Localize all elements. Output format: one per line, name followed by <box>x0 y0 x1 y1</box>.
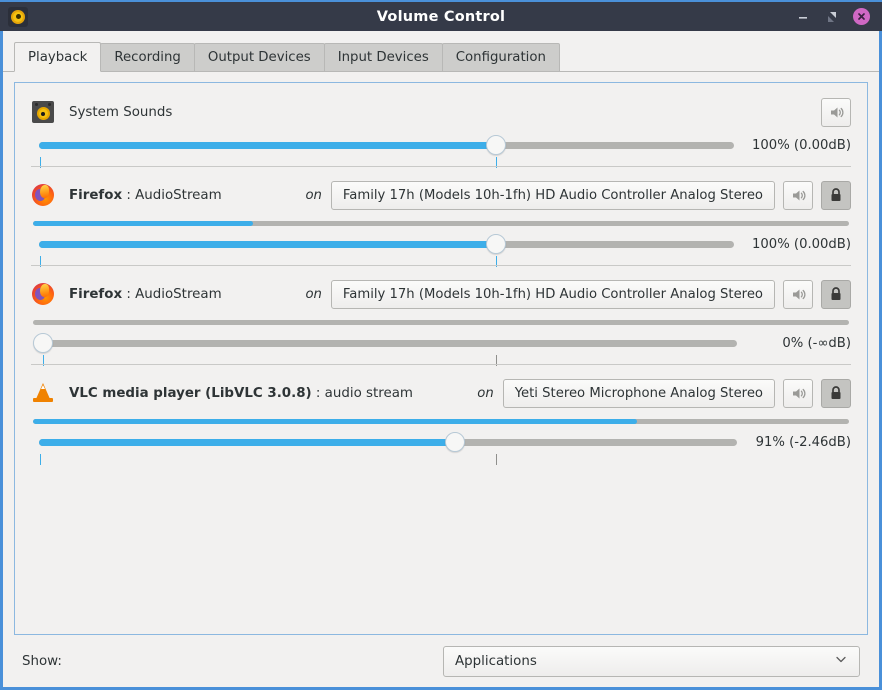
volume-label: 100% (0.00dB) <box>752 138 851 153</box>
tab-configuration[interactable]: Configuration <box>442 43 560 72</box>
chevron-down-icon <box>834 652 848 670</box>
app-name: Firefox <box>69 287 122 302</box>
stream-header: System Sounds <box>31 97 851 127</box>
stream-row-vlc: VLC media player (LibVLC 3.0.8) : audio … <box>23 364 859 463</box>
mute-icon <box>828 104 845 121</box>
mute-button[interactable] <box>783 181 813 210</box>
mute-button[interactable] <box>821 98 851 127</box>
volume-slider[interactable] <box>31 134 742 156</box>
volume-control-window: Volume Control Playback Recording <box>0 0 882 690</box>
close-button[interactable] <box>853 8 870 25</box>
minimize-button[interactable] <box>795 9 811 25</box>
stream-list: System Sounds <box>15 83 867 463</box>
mute-icon <box>790 286 807 303</box>
window-title: Volume Control <box>0 9 882 25</box>
show-label: Show: <box>22 654 62 669</box>
volume-label: 91% (-2.46dB) <box>755 435 851 450</box>
volume-row: 100% (0.00dB) <box>31 134 851 156</box>
stream-name: : AudioStream <box>126 188 221 203</box>
show-selector[interactable]: Applications <box>443 646 860 677</box>
lock-icon <box>828 385 844 401</box>
firefox-icon <box>31 282 55 306</box>
on-label: on <box>477 386 493 401</box>
app-name: Firefox <box>69 188 122 203</box>
stream-title: VLC media player (LibVLC 3.0.8) : audio … <box>69 386 413 401</box>
firefox-icon <box>31 183 55 207</box>
stream-name: : audio stream <box>316 386 413 401</box>
on-label: on <box>305 287 321 302</box>
stream-row-system-sounds: System Sounds <box>23 83 859 166</box>
stream-name: : AudioStream <box>126 287 221 302</box>
peak-meter <box>33 320 849 325</box>
tab-recording[interactable]: Recording <box>100 43 195 72</box>
app-name: System Sounds <box>69 105 172 120</box>
on-label: on <box>305 188 321 203</box>
device-selector[interactable]: Family 17h (Models 10h-1fh) HD Audio Con… <box>331 280 775 309</box>
tab-input-devices-label: Input Devices <box>338 50 429 65</box>
tab-output-devices-label: Output Devices <box>208 50 311 65</box>
stream-title: Firefox : AudioStream <box>69 188 222 203</box>
device-selector[interactable]: Yeti Stereo Microphone Analog Stereo <box>503 379 775 408</box>
stream-title: Firefox : AudioStream <box>69 287 222 302</box>
volume-slider[interactable] <box>31 332 745 354</box>
stream-row-firefox-2: Firefox : AudioStream on Family 17h (Mod… <box>23 265 859 364</box>
stream-header: VLC media player (LibVLC 3.0.8) : audio … <box>31 378 851 408</box>
lock-button[interactable] <box>821 181 851 210</box>
volume-slider[interactable] <box>31 233 742 255</box>
volume-row: 0% (-∞dB) <box>31 332 851 354</box>
playback-panel: System Sounds <box>14 82 868 635</box>
titlebar: Volume Control <box>0 0 882 31</box>
stream-header: Firefox : AudioStream on Family 17h (Mod… <box>31 180 851 210</box>
lock-button[interactable] <box>821 280 851 309</box>
vlc-icon <box>31 381 55 405</box>
mute-button[interactable] <box>783 379 813 408</box>
window-controls <box>795 8 882 25</box>
device-selector[interactable]: Family 17h (Models 10h-1fh) HD Audio Con… <box>331 181 775 210</box>
app-name: VLC media player (LibVLC 3.0.8) <box>69 386 312 401</box>
stream-row-firefox-1: Firefox : AudioStream on Family 17h (Mod… <box>23 166 859 265</box>
footer-bar: Show: Applications <box>3 635 879 687</box>
mute-icon <box>790 385 807 402</box>
volume-label: 100% (0.00dB) <box>752 237 851 252</box>
tab-playback[interactable]: Playback <box>14 42 101 72</box>
tab-configuration-label: Configuration <box>456 50 546 65</box>
tab-input-devices[interactable]: Input Devices <box>324 43 443 72</box>
volume-slider[interactable] <box>31 431 745 453</box>
lock-icon <box>828 187 844 203</box>
lock-button[interactable] <box>821 379 851 408</box>
volume-speaker-icon <box>8 7 28 27</box>
speaker-icon <box>31 100 55 124</box>
stream-header: Firefox : AudioStream on Family 17h (Mod… <box>31 279 851 309</box>
show-selector-value: Applications <box>455 654 537 669</box>
peak-meter <box>33 221 849 226</box>
volume-row: 91% (-2.46dB) <box>31 431 851 453</box>
volume-label: 0% (-∞dB) <box>755 336 851 351</box>
mute-button[interactable] <box>783 280 813 309</box>
tab-playback-label: Playback <box>28 50 87 65</box>
maximize-button[interactable] <box>824 9 840 25</box>
tab-recording-label: Recording <box>114 50 181 65</box>
tab-bar: Playback Recording Output Devices Input … <box>3 41 879 72</box>
volume-row: 100% (0.00dB) <box>31 233 851 255</box>
peak-meter <box>33 419 849 424</box>
mute-icon <box>790 187 807 204</box>
lock-icon <box>828 286 844 302</box>
stream-title: System Sounds <box>69 105 172 120</box>
tab-output-devices[interactable]: Output Devices <box>194 43 325 72</box>
